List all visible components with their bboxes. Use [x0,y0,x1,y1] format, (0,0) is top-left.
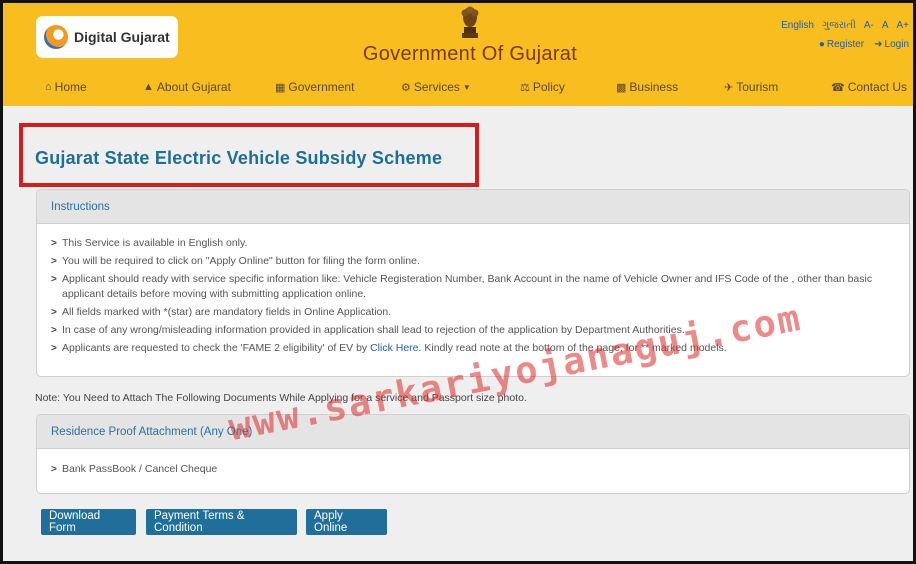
policy-icon: ⚖ [520,81,530,94]
fame-text-before: Applicants are requested to check the 'F… [62,342,371,355]
language-bar: English ગુજરાતી A- A A+ [781,20,909,31]
download-form-button[interactable]: Download Form [41,509,136,535]
instructions-heading: Instructions [37,190,909,224]
nav-policy[interactable]: ⚖ Policy [520,80,565,94]
main-nav: ⌂ Home ▲ About Gujarat ▦ Government ⚙ Se… [3,75,913,99]
font-decrease-button[interactable]: A- [864,20,874,31]
instruction-item: Applicant should ready with service spec… [51,272,895,303]
government-title: Government Of Gujarat [362,43,578,65]
nav-about-label: About Gujarat [156,80,231,94]
services-icon: ⚙ [401,81,411,94]
nav-contact-label: Contact Us [847,80,908,94]
logo-mark-icon [44,25,68,49]
nav-policy-label: Policy [532,80,565,94]
residence-proof-heading: Residence Proof Attachment (Any One) [37,415,909,449]
bell-icon: ▲ [143,81,154,93]
nav-services-label: Services [413,80,460,94]
building-icon: ▦ [275,81,286,94]
page-frame: Digital Gujarat Government Of Gujarat En… [0,0,916,564]
font-normal-button[interactable]: A [882,20,889,31]
nav-business[interactable]: ▩ Business [616,80,678,94]
chevron-down-icon: ▼ [462,82,471,92]
lang-gujarati[interactable]: ગુજરાતી [822,20,856,31]
nav-tourism[interactable]: ✈ Tourism [724,80,778,94]
chart-icon: ▩ [616,81,627,94]
page-title: Gujarat State Electric Vehicle Subsidy S… [35,148,443,168]
instruction-item: You will be required to click on "Apply … [51,254,895,270]
apply-online-button[interactable]: Apply Online [306,509,387,535]
digital-gujarat-logo[interactable]: Digital Gujarat [36,16,178,58]
nav-government[interactable]: ▦ Government [275,80,354,94]
nav-services[interactable]: ⚙ Services ▼ [401,80,471,94]
tourism-icon: ✈ [724,81,734,94]
font-increase-button[interactable]: A+ [896,20,909,31]
instructions-list: This Service is available in English onl… [37,224,909,369]
auth-bar: ● Register ➜ Login [819,39,909,50]
register-link[interactable]: ● Register [819,39,864,50]
logo-text: Digital Gujarat [74,29,170,45]
residence-proof-panel: Residence Proof Attachment (Any One) Ban… [36,414,910,494]
payment-terms-button[interactable]: Payment Terms & Condition [146,509,297,535]
nav-home-label: Home [54,80,87,94]
login-icon: ➜ [874,39,883,50]
phone-icon: ☎ [831,81,845,94]
instruction-item: This Service is available in English onl… [51,236,895,252]
home-icon: ⌂ [45,81,52,93]
users-icon: ● [818,39,825,50]
login-label: Login [884,39,909,50]
nav-home[interactable]: ⌂ Home [45,80,87,94]
nav-government-label: Government [288,80,355,94]
nav-contact-us[interactable]: ☎ Contact Us [831,80,907,94]
site-header: Digital Gujarat Government Of Gujarat En… [3,3,913,106]
login-link[interactable]: ➜ Login [874,39,909,50]
nav-business-label: Business [629,80,679,94]
lang-english[interactable]: English [781,20,814,31]
residence-proof-list: Bank PassBook / Cancel Cheque [37,449,909,490]
click-here-link[interactable]: Click Here [370,342,418,354]
national-emblem-icon [461,6,479,38]
instructions-panel: Instructions This Service is available i… [36,189,910,377]
register-label: Register [826,39,865,50]
nav-tourism-label: Tourism [736,80,779,94]
nav-about-gujarat[interactable]: ▲ About Gujarat [143,80,231,94]
residence-proof-item: Bank PassBook / Cancel Cheque [51,462,895,478]
